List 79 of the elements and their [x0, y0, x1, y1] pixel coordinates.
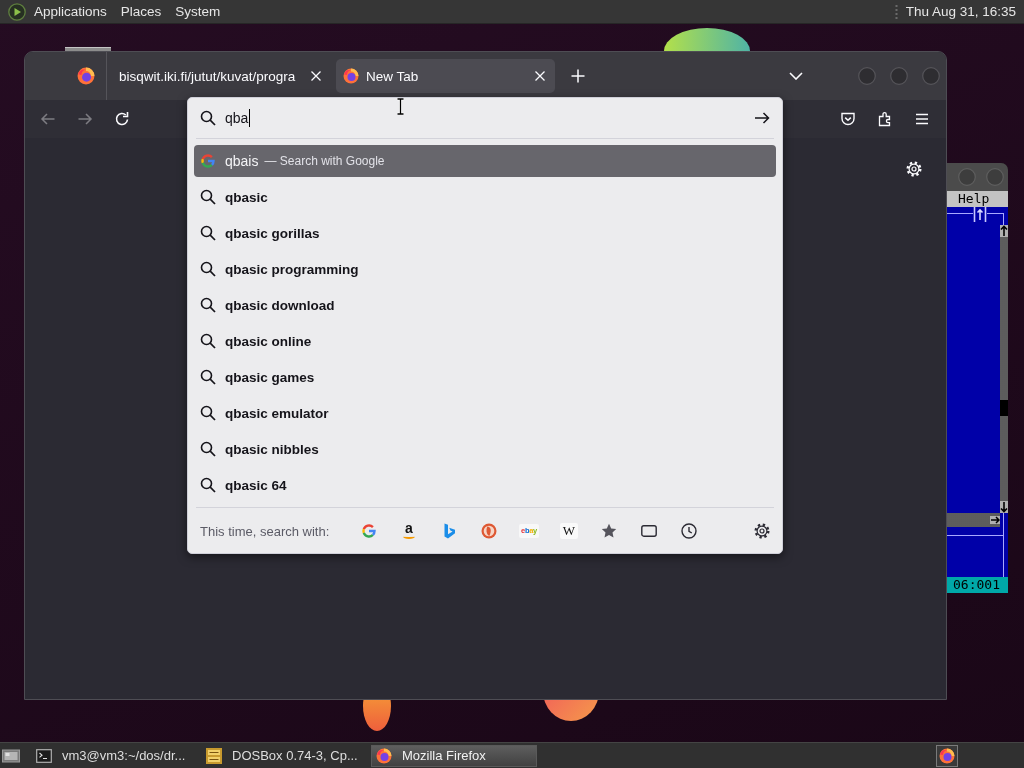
- right-arrow-icon[interactable]: [990, 516, 1000, 524]
- chevron-down-icon[interactable]: [789, 72, 803, 80]
- suggestion-text: qbasic emulator: [225, 405, 329, 421]
- menu-icon[interactable]: [914, 111, 930, 127]
- search-icon: [200, 261, 216, 277]
- search-icon: [200, 405, 216, 421]
- suggestion-item[interactable]: qbasic nibbles: [194, 433, 776, 465]
- suggestion-text: qbasic online: [225, 333, 312, 349]
- plus-icon[interactable]: [571, 69, 585, 83]
- menu-item[interactable]: Help: [958, 191, 990, 207]
- suggestion-item[interactable]: qbasic programming: [194, 253, 776, 285]
- search-with-label: This time, search with:: [200, 523, 330, 539]
- search-icon: [200, 110, 216, 126]
- panel-menu[interactable]: Applications: [34, 4, 107, 19]
- browser-logo-icon: [376, 747, 392, 764]
- suggestion-item[interactable]: qbasic gorillas: [194, 217, 776, 249]
- taskbar-button[interactable]: DOSBox 0.74-3, Cp...: [201, 744, 367, 767]
- tab-icon[interactable]: [641, 522, 657, 539]
- g-logo-icon[interactable]: [361, 522, 377, 539]
- close-icon[interactable]: [310, 70, 322, 82]
- vertical-scrollbar[interactable]: [1000, 225, 1008, 513]
- suggestion-item[interactable]: qbasic 64: [194, 469, 776, 501]
- g-logo-icon: [200, 153, 216, 169]
- settings-icon[interactable]: [754, 522, 770, 539]
- star-icon[interactable]: [601, 522, 617, 539]
- go-arrow-icon[interactable]: [754, 110, 770, 126]
- suggestion-text: qbasic 64: [225, 477, 287, 493]
- close-icon[interactable]: [534, 70, 546, 82]
- panel-menu[interactable]: Places: [120, 4, 162, 19]
- suggestion-text: qbasic gorillas: [225, 225, 320, 241]
- search-icon: [200, 189, 216, 205]
- search-icon: [200, 225, 216, 241]
- desktop-icon[interactable]: [2, 747, 20, 764]
- suggestion-text: qbasic: [225, 189, 268, 205]
- browser-logo-icon: [939, 747, 955, 764]
- up-arrow-icon[interactable]: [1000, 225, 1008, 237]
- reload-icon[interactable]: [114, 111, 130, 127]
- suggestion-text: qbasic download: [225, 297, 335, 313]
- suggestion-item[interactable]: qbasic games: [194, 361, 776, 393]
- tray-button[interactable]: [936, 744, 958, 767]
- handle-icon[interactable]: [894, 4, 898, 19]
- panel-menu[interactable]: System: [175, 4, 221, 19]
- menu-logo-icon[interactable]: [8, 2, 26, 21]
- box-logo-icon: [206, 747, 222, 764]
- search-icon: [200, 477, 216, 493]
- suggestion-text: qbasic programming: [225, 261, 359, 277]
- suggestion-item[interactable]: qbasic: [194, 181, 776, 213]
- search-icon: [200, 369, 216, 385]
- text-cursor-icon: [396, 98, 405, 115]
- suggestion-item[interactable]: qbasic download: [194, 289, 776, 321]
- search-icon: [200, 333, 216, 349]
- taskbar-button[interactable]: Mozilla Firefox: [371, 744, 537, 767]
- background-window-edge: [65, 47, 111, 51]
- a-logo-button[interactable]: a: [401, 521, 417, 540]
- down-arrow-icon[interactable]: [1000, 501, 1008, 513]
- status-text: 06:001: [953, 577, 1000, 593]
- suggestion-text: qbasic nibbles: [225, 441, 319, 457]
- chevron-shield-icon[interactable]: [840, 111, 856, 127]
- w-logo-button[interactable]: W: [560, 522, 578, 539]
- browser-tab[interactable]: New Tab: [336, 59, 555, 93]
- horizontal-scrollbar[interactable]: [947, 513, 1000, 527]
- puzzle-icon[interactable]: [877, 111, 893, 127]
- address-field[interactable]: qba: [222, 106, 748, 130]
- browser-tab[interactable]: bisqwit.iki.fi/jutut/kuvat/progra: [112, 59, 331, 93]
- suggestion-item[interactable]: qbasic emulator: [194, 397, 776, 429]
- suggestion-item[interactable]: qbasic online: [194, 325, 776, 357]
- suggestion-text: qbasic games: [225, 369, 315, 385]
- clock-text: Thu Aug 31, 16:35: [905, 4, 1016, 19]
- maximize-icon[interactable]: [973, 207, 987, 222]
- scroll-thumb[interactable]: [1000, 400, 1008, 416]
- duck-logo-icon[interactable]: [481, 522, 497, 539]
- clock-icon[interactable]: [681, 522, 697, 539]
- search-icon: [200, 297, 216, 313]
- taskbar-button[interactable]: vm3@vm3:~/dos/dr...: [31, 744, 197, 767]
- suggestion-item[interactable]: qbais — Search with Google: [194, 145, 776, 177]
- action-text: — Search with Google: [264, 154, 385, 168]
- search-icon: [200, 441, 216, 457]
- suggestion-text: qbais: [225, 153, 259, 169]
- terminal-icon: [36, 747, 52, 764]
